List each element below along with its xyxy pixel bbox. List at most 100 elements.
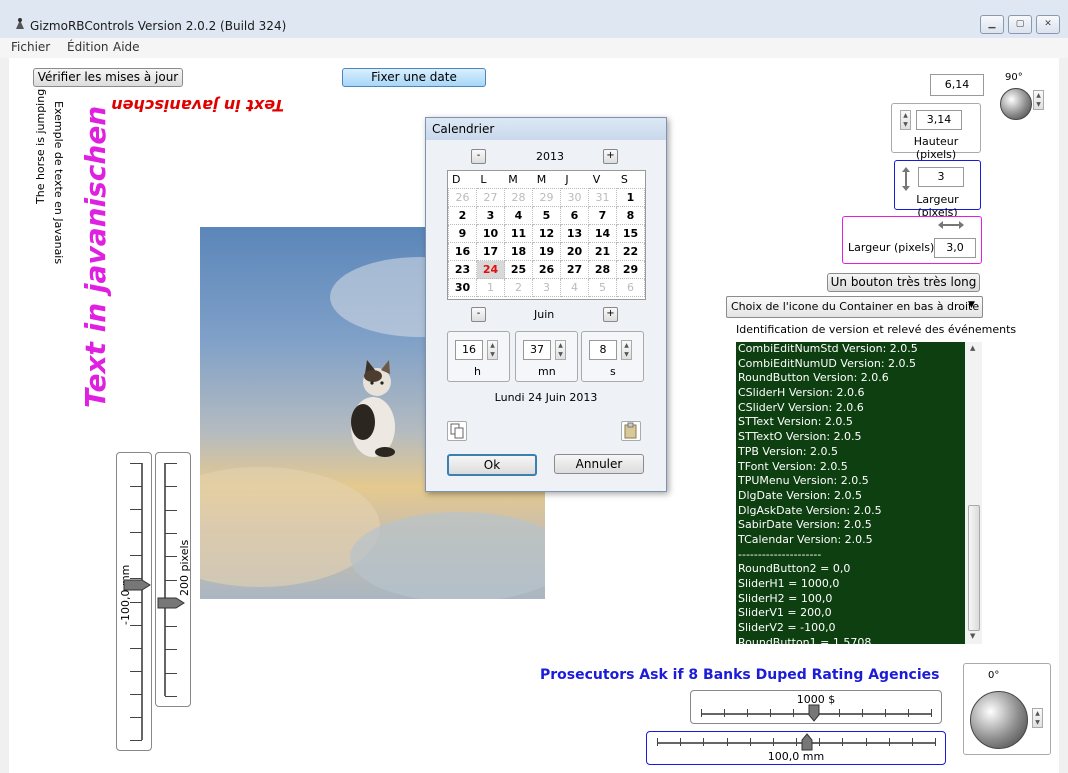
largeur-field[interactable]: 3 — [918, 167, 964, 187]
month-plus-button[interactable]: + — [603, 307, 618, 322]
knob-top-spinner[interactable]: ▲ ▼ — [1033, 90, 1044, 110]
calendar-day[interactable]: 17 — [476, 242, 505, 261]
calendar-day[interactable]: 26 — [532, 260, 561, 279]
ok-button[interactable]: Ok — [447, 454, 537, 476]
paste-icon[interactable] — [621, 421, 641, 441]
check-updates-button[interactable]: Vérifier les mises à jour — [33, 68, 183, 87]
rotary-knob-bottom[interactable] — [970, 691, 1028, 749]
calendar-day[interactable]: 6 — [616, 278, 645, 297]
icon-choice-dropdown[interactable]: Choix de l'icone du Container en bas à d… — [726, 296, 983, 318]
largeur2-field[interactable]: 3,0 — [934, 238, 976, 258]
calendar-day[interactable]: 21 — [588, 242, 617, 261]
h2-thumb[interactable] — [800, 732, 814, 752]
calendar-day[interactable]: 9 — [448, 224, 477, 243]
calendar-dialog-title-bar[interactable]: Calendrier — [426, 118, 666, 140]
year-plus-button[interactable]: + — [603, 149, 618, 164]
minute-field[interactable]: 37 — [523, 340, 551, 360]
hauteur-spinner[interactable]: ▲ ▼ — [900, 110, 911, 130]
calendar-day[interactable]: 30 — [448, 278, 477, 297]
second-spinner[interactable]: ▲ ▼ — [621, 340, 632, 360]
vertical-slider-1[interactable]: -100,0 mm — [116, 452, 152, 751]
calendar-day[interactable]: 20 — [560, 242, 589, 261]
minute-spinner[interactable]: ▲ ▼ — [555, 340, 566, 360]
calendar-day[interactable]: 28 — [504, 188, 533, 207]
calendar-day[interactable]: 26 — [448, 188, 477, 207]
hauteur-field[interactable]: 3,14 — [916, 110, 962, 130]
v1-thumb[interactable] — [122, 578, 152, 592]
minimize-button[interactable]: ▁ — [980, 15, 1004, 34]
close-button[interactable]: ✕ — [1036, 15, 1060, 34]
calendar-day[interactable]: 4 — [560, 278, 589, 297]
slider-tick — [862, 709, 863, 717]
calendar-day[interactable]: 10 — [476, 224, 505, 243]
scroll-down-icon[interactable]: ▼ — [970, 632, 975, 640]
menu-edition[interactable]: Édition — [67, 40, 109, 54]
calendar-day[interactable]: 3 — [532, 278, 561, 297]
calendar-day[interactable]: 11 — [504, 224, 533, 243]
calendar-day[interactable]: 6 — [560, 206, 589, 225]
vertical-slider-2[interactable]: 200 pixels — [155, 452, 191, 707]
hauteur-box: ▲ ▼ 3,14 Hauteur (pixels) — [891, 103, 981, 161]
calendar-day[interactable]: 29 — [616, 260, 645, 279]
calendar-day[interactable]: 2 — [504, 278, 533, 297]
top-value-field[interactable]: 6,14 — [930, 74, 984, 96]
calendar-day[interactable]: 16 — [448, 242, 477, 261]
calendar-day[interactable]: 27 — [560, 260, 589, 279]
calendar-day[interactable]: 30 — [560, 188, 589, 207]
v2-thumb[interactable] — [156, 596, 186, 610]
calendar-day[interactable]: 3 — [476, 206, 505, 225]
hour-spinner[interactable]: ▲ ▼ — [487, 340, 498, 360]
scroll-up-icon[interactable]: ▲ — [970, 344, 975, 352]
calendar-day[interactable]: 27 — [476, 188, 505, 207]
calendar-day[interactable]: 31 — [588, 188, 617, 207]
knob-bottom-spinner[interactable]: ▲ ▼ — [1032, 708, 1043, 728]
maximize-button[interactable]: ▢ — [1008, 15, 1032, 34]
horizontal-slider-2[interactable]: 100,0 mm — [646, 731, 946, 765]
hour-field[interactable]: 16 — [455, 340, 483, 360]
calendar-day[interactable]: 5 — [532, 206, 561, 225]
menu-fichier[interactable]: Fichier — [11, 40, 50, 54]
log-scrollbar[interactable]: ▲ ▼ — [965, 342, 982, 644]
calendar-day[interactable]: 1 — [616, 188, 645, 207]
slider-tick — [888, 738, 890, 746]
calendar-dialog: Calendrier - 2013 + DLMMJVS 26 27 28 29 30 31… — [425, 117, 667, 492]
calendar-day[interactable]: 8 — [616, 206, 645, 225]
calendar-day[interactable]: 29 — [532, 188, 561, 207]
calendar-day[interactable]: 18 — [504, 242, 533, 261]
menu-aide[interactable]: Aide — [113, 40, 140, 54]
cancel-button[interactable]: Annuler — [554, 454, 644, 474]
calendar-day[interactable]: 24 — [476, 260, 505, 279]
log-scroll-thumb[interactable] — [968, 505, 980, 631]
calendar-day[interactable]: 1 — [476, 278, 505, 297]
calendar-day[interactable]: 7 — [588, 206, 617, 225]
long-button[interactable]: Un bouton très très long — [827, 273, 980, 292]
slider-tick — [165, 579, 177, 581]
calendar-day[interactable]: 13 — [560, 224, 589, 243]
minute-unit: mn — [538, 365, 556, 378]
calendar-day[interactable]: 23 — [448, 260, 477, 279]
month-minus-button[interactable]: - — [471, 307, 486, 322]
copy-icon[interactable] — [447, 421, 467, 441]
calendar-day[interactable]: 15 — [616, 224, 645, 243]
year-minus-button[interactable]: - — [471, 149, 486, 164]
calendar-day[interactable]: 22 — [616, 242, 645, 261]
calendar-day[interactable]: 25 — [504, 260, 533, 279]
calendar-day[interactable]: 19 — [532, 242, 561, 261]
horizontal-slider-1[interactable]: 1000 $ — [690, 690, 942, 724]
calendar-day[interactable]: 14 — [588, 224, 617, 243]
weekday-header: L — [480, 173, 487, 186]
calendar-day[interactable]: 4 — [504, 206, 533, 225]
calendar-day[interactable]: 2 — [448, 206, 477, 225]
log-line: CombiEditNumStd Version: 2.0.5 — [738, 342, 918, 355]
weekday-header: V — [592, 173, 601, 186]
event-log[interactable]: CombiEditNumStd Version: 2.0.5 CombiEditN… — [736, 342, 965, 644]
h1-thumb[interactable] — [807, 703, 821, 723]
calendar-day[interactable]: 28 — [588, 260, 617, 279]
rotary-knob-top[interactable] — [1000, 88, 1032, 120]
set-date-button[interactable]: Fixer une date — [342, 68, 486, 87]
calendar-day[interactable]: 5 — [588, 278, 617, 297]
calendar-day[interactable]: 12 — [532, 224, 561, 243]
log-line: RoundButton Version: 2.0.6 — [738, 371, 889, 385]
second-field[interactable]: 8 — [589, 340, 617, 360]
window-title: GizmoRBControls Version 2.0.2 (Build 324… — [30, 19, 287, 33]
